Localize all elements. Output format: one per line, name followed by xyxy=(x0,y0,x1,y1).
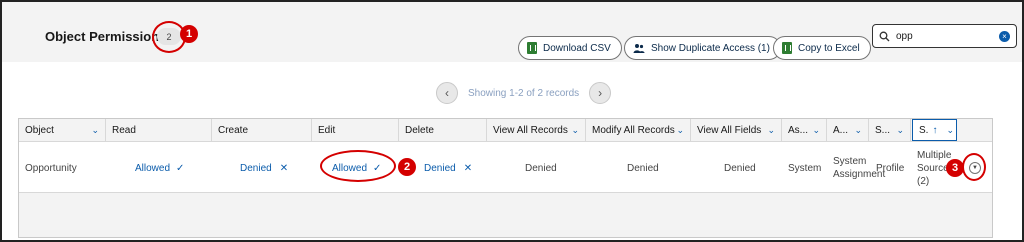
cell-read-value: Allowed xyxy=(135,162,171,174)
copy-excel-label: Copy to Excel xyxy=(798,42,860,54)
show-duplicate-access-button[interactable]: Show Duplicate Access (1) xyxy=(624,36,781,60)
column-header-view-all-records[interactable]: View All Records ⌄ xyxy=(487,119,586,141)
next-page-button[interactable]: › xyxy=(589,82,612,104)
column-header-s[interactable]: S... ⌄ xyxy=(869,119,911,141)
cell-view-all-records: Denied xyxy=(525,162,557,174)
permissions-table: Object ⌄ Read Create Edit Delete View All… xyxy=(18,118,993,238)
cell-modify-all-records: Denied xyxy=(627,162,659,174)
download-csv-button[interactable]: Download CSV xyxy=(518,36,622,60)
annotation-badge-3: 3 xyxy=(946,159,964,177)
table-row: Opportunity Allowed ✓ Denied ✕ Allowed ✓… xyxy=(19,141,992,193)
people-icon xyxy=(633,44,645,53)
search-input[interactable]: opp × xyxy=(872,24,1017,48)
column-header-label: Create xyxy=(218,124,249,136)
cell-s: Profile xyxy=(876,162,905,174)
annotation-badge-2: 2 xyxy=(398,158,416,176)
annotation-oval-3 xyxy=(962,153,986,181)
excel-icon xyxy=(527,42,537,54)
cell-create[interactable]: Denied ✕ xyxy=(240,142,288,194)
search-icon xyxy=(879,31,890,41)
cell-view-all-fields: Denied xyxy=(724,162,756,174)
x-icon: ✕ xyxy=(463,162,473,174)
download-csv-label: Download CSV xyxy=(543,42,611,54)
cell-delete[interactable]: Denied ✕ xyxy=(424,142,472,194)
cell-assignment: System xyxy=(788,162,822,174)
clear-search-icon[interactable]: × xyxy=(999,30,1010,42)
column-header-label: Modify All Records xyxy=(592,124,675,136)
x-icon: ✕ xyxy=(279,162,289,174)
cell-read[interactable]: Allowed ✓ xyxy=(135,142,184,194)
previous-page-button[interactable]: ‹ xyxy=(436,82,458,104)
column-header-label: Delete xyxy=(405,124,434,136)
excel-icon xyxy=(782,42,792,54)
check-icon: ✓ xyxy=(176,162,185,174)
cell-a: System Assignment xyxy=(833,156,886,180)
column-header-label: Read xyxy=(112,124,136,136)
sort-ascending-icon[interactable]: ↑ xyxy=(932,125,937,136)
column-header-view-all-fields[interactable]: View All Fields ⌄ xyxy=(691,119,782,141)
cell-create-value: Denied xyxy=(240,162,272,174)
column-header-delete[interactable]: Delete xyxy=(399,119,487,141)
column-header-modify-all-records[interactable]: Modify All Records ⌄ xyxy=(586,119,691,141)
column-header-label: As... xyxy=(788,124,809,136)
column-header-label: Edit xyxy=(318,124,336,136)
column-header-label: Object xyxy=(25,124,54,136)
column-header-label: A... xyxy=(833,124,849,136)
annotation-badge-1: 1 xyxy=(180,25,198,43)
search-value: opp xyxy=(896,30,913,42)
cell-delete-value: Denied xyxy=(424,162,456,174)
column-header-assignment[interactable]: As... ⌄ xyxy=(782,119,827,141)
column-header-create[interactable]: Create xyxy=(212,119,312,141)
pagination: ‹ Showing 1-2 of 2 records › xyxy=(436,82,612,104)
column-header-object[interactable]: Object ⌄ xyxy=(19,119,106,141)
column-header-label: S... xyxy=(875,124,891,136)
column-header-source-sorted[interactable]: S. ↑ ⌄ xyxy=(912,119,957,141)
chevron-down-icon[interactable]: ⌄ xyxy=(571,125,579,136)
chevron-down-icon[interactable]: ⌄ xyxy=(812,125,820,136)
chevron-down-icon[interactable]: ⌄ xyxy=(676,125,684,136)
chevron-down-icon[interactable]: ⌄ xyxy=(946,125,954,136)
pager-text: Showing 1-2 of 2 records xyxy=(468,87,580,99)
chevron-down-icon[interactable]: ⌄ xyxy=(896,125,904,136)
copy-to-excel-button[interactable]: Copy to Excel xyxy=(773,36,871,60)
column-header-a[interactable]: A... ⌄ xyxy=(827,119,869,141)
show-duplicate-label: Show Duplicate Access (1) xyxy=(651,42,770,54)
chevron-down-icon[interactable]: ⌄ xyxy=(767,125,775,136)
column-header-edit[interactable]: Edit xyxy=(312,119,399,141)
chevron-down-icon[interactable]: ⌄ xyxy=(91,125,99,136)
page-title: Object Permissions xyxy=(45,29,167,44)
column-header-read[interactable]: Read xyxy=(106,119,212,141)
chevron-down-icon[interactable]: ⌄ xyxy=(854,125,862,136)
column-header-label: View All Records xyxy=(493,124,568,136)
column-header-label: S. xyxy=(919,124,929,136)
cell-object: Opportunity xyxy=(25,162,77,174)
column-header-label: View All Fields xyxy=(697,124,762,136)
annotation-oval-2 xyxy=(320,150,396,182)
